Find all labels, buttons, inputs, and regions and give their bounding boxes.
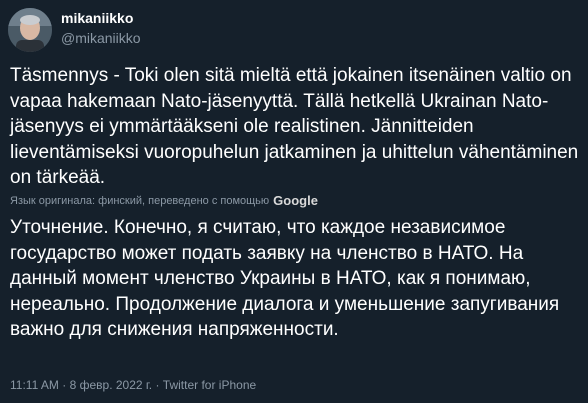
translation-attribution: Язык оригинала: финский, переведено с по… [10,193,318,208]
tweet-original-text: Täsmennys - Toki olen sitä mieltä että j… [10,65,579,188]
avatar[interactable] [8,8,52,52]
avatar-photo [8,8,52,52]
tweet-translated-text: Уточнение. Конечно, я считаю, что каждое… [10,217,560,340]
google-logo: Google [273,193,318,208]
author-display-name[interactable]: mikaniikko [61,10,133,26]
tweet-timestamp[interactable]: 11:11 AM · 8 февр. 2022 г. · Twitter for… [10,378,256,392]
author-handle[interactable]: @mikaniikko [61,30,141,46]
tweet-card: mikaniikko @mikaniikko Täsmennys - Toki … [0,0,588,403]
translation-note: Язык оригинала: финский, переведено с по… [10,194,270,207]
